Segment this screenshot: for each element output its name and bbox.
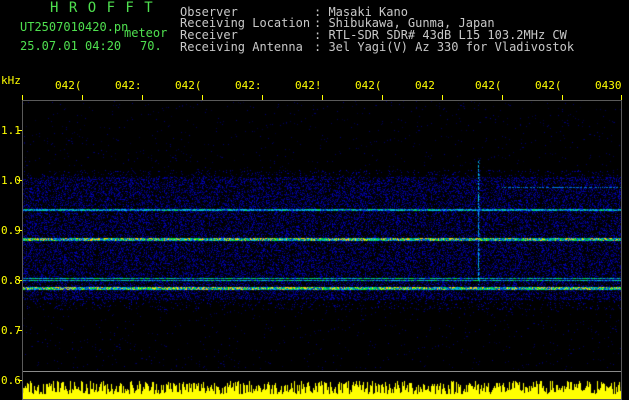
antenna-label: Receiving Antenna (180, 40, 303, 54)
timestamp: 25.07.01 04:20 (20, 39, 122, 53)
x-tick-label: 042( (175, 79, 202, 92)
x-tick-label: 042( (535, 79, 562, 92)
value-label: 70. (140, 39, 162, 53)
y-unit-label: kHz (1, 74, 21, 87)
antenna-value: : 3el Yagi(V) Az 330 for Vladivostok (314, 40, 575, 54)
x-tick-label: 042( (55, 79, 82, 92)
plot-frame (22, 100, 622, 400)
x-tick-label: 042( (475, 79, 502, 92)
x-tick-label: 042 (415, 79, 435, 92)
x-tick-label: 042: (235, 79, 262, 92)
file-name: UT2507010420.pn (20, 20, 129, 34)
x-tick-label: 042( (355, 79, 382, 92)
x-tick-label: 042: (115, 79, 142, 92)
app-title: H R O F F T (50, 0, 154, 16)
x-tick-label: 0430 (595, 79, 622, 92)
x-tick-label: 042! (295, 79, 322, 92)
mode-label: meteor (124, 26, 168, 40)
